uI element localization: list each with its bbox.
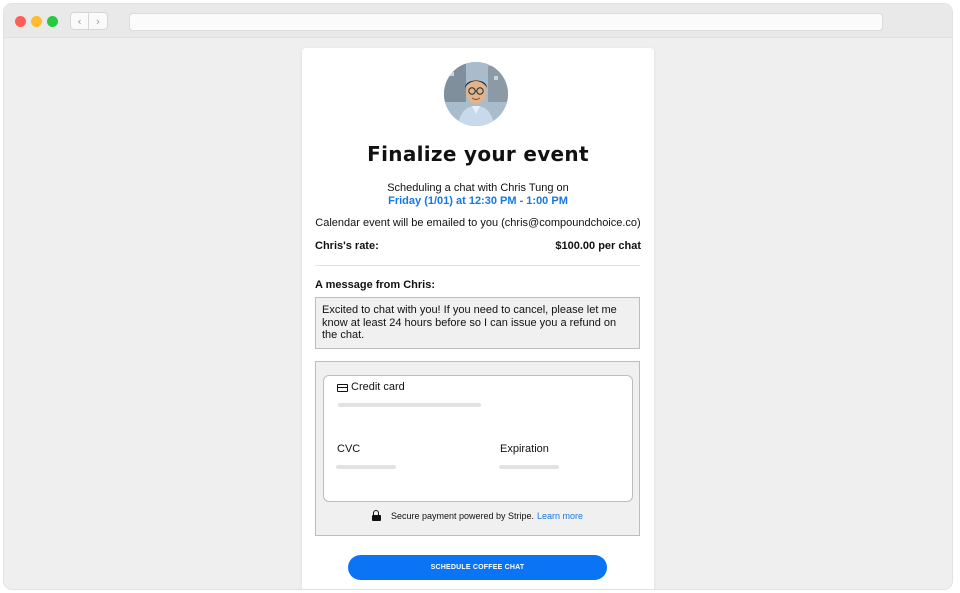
message-box: Excited to chat with you! If you need to… [315, 297, 640, 349]
finalize-event-card: Finalize your event Scheduling a chat wi… [302, 48, 654, 589]
avatar [444, 62, 508, 126]
email-note: Calendar event will be emailed to you (c… [315, 217, 641, 229]
close-window-button[interactable] [15, 16, 26, 27]
credit-card-icon [337, 384, 348, 392]
avatar-photo [444, 62, 508, 126]
chevron-left-icon: ‹ [77, 14, 82, 28]
cvc-label: CVC [337, 443, 361, 455]
secure-payment-note: Secure payment powered by Stripe. Learn … [316, 510, 639, 521]
expiration-label: Expiration [500, 443, 549, 455]
card-input-form: Credit card CVC Expiration [323, 375, 633, 502]
back-button[interactable]: ‹ [70, 12, 89, 30]
address-bar[interactable] [129, 13, 883, 31]
browser-window: ‹ › Finalize your event Scheduling a cha… [4, 4, 952, 589]
forward-button[interactable]: › [89, 12, 108, 30]
browser-titlebar: ‹ › [4, 4, 952, 38]
card-number-field[interactable] [338, 403, 481, 407]
message-label: A message from Chris: [315, 279, 436, 291]
expiration-field[interactable] [499, 465, 559, 469]
divider [315, 265, 640, 266]
scheduling-text: Scheduling a chat with Chris Tung on [387, 182, 569, 194]
chevron-right-icon: › [95, 14, 101, 28]
rate-value: $100.00 per chat [555, 240, 641, 252]
event-datetime: Friday (1/01) at 12:30 PM - 1:00 PM [388, 195, 568, 207]
secure-payment-text: Secure payment powered by Stripe. [390, 510, 535, 521]
cvc-field[interactable] [336, 465, 396, 469]
learn-more-link[interactable]: Learn more [537, 511, 583, 521]
rate-label: Chris's rate: [315, 240, 379, 252]
payment-section: Credit card CVC Expiration Secure paymen… [315, 361, 640, 536]
minimize-window-button[interactable] [31, 16, 42, 27]
credit-card-label: Credit card [351, 381, 405, 393]
page-title: Finalize your event [367, 142, 589, 166]
maximize-window-button[interactable] [47, 16, 58, 27]
lock-icon [371, 510, 381, 521]
schedule-coffee-chat-button[interactable]: SCHEDULE COFFEE CHAT [348, 555, 607, 580]
